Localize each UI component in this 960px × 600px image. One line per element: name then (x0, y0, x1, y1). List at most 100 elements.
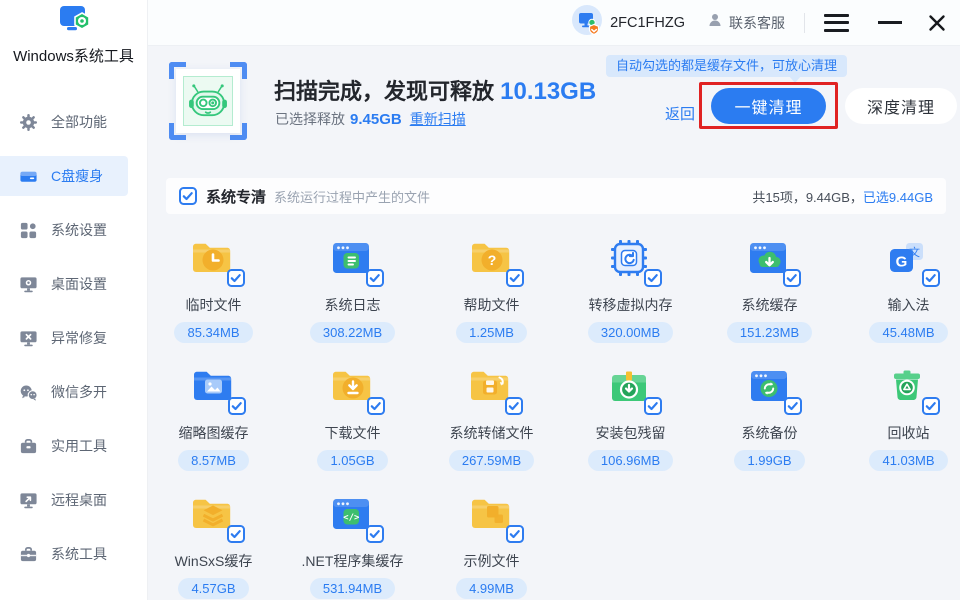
section-subtitle: 系统运行过程中产生的文件 (274, 189, 431, 205)
cleanup-item[interactable]: 安装包残留 106.96MB (587, 362, 674, 490)
one-click-clean-button[interactable]: 一键清理 (711, 88, 826, 124)
sidebar-item-desktop[interactable]: 桌面设置 (0, 264, 147, 304)
item-size-badge: 1.25MB (456, 322, 527, 343)
cleanup-item[interactable]: 系统备份 1.99GB (734, 362, 805, 490)
scan-selected-line: 已选择释放 9.45GB 重新扫描 (275, 109, 466, 129)
cleanup-item[interactable]: ? 帮助文件 1.25MB (456, 234, 527, 362)
sidebar-item-label: C盘瘦身 (51, 168, 104, 184)
item-checkbox[interactable] (783, 397, 802, 415)
sidebar-item-briefcase[interactable]: 系统工具 (0, 534, 147, 574)
item-checkbox[interactable] (783, 269, 802, 287)
item-checkbox[interactable] (505, 269, 524, 287)
section-header: 系统专清 系统运行过程中产生的文件 共15项，9.44GB，已选9.44GB (166, 178, 946, 214)
cleanup-item[interactable]: 下载文件 1.05GB (317, 362, 388, 490)
selected-size: 9.45GB (350, 111, 402, 128)
cleanup-item[interactable]: </> .NET程序集缓存 531.94MB (301, 490, 404, 600)
cleanup-item[interactable]: 系统转储文件 267.59MB (448, 362, 535, 490)
wechat-icon (19, 383, 38, 402)
sidebar-item-label: 全部功能 (51, 114, 107, 130)
section-title: 系统专清 (206, 188, 267, 206)
menu-icon[interactable] (824, 13, 849, 32)
cleanup-item[interactable]: 缩略图缓存 8.57MB (178, 362, 249, 490)
section-checkbox[interactable] (179, 187, 197, 205)
item-name: 系统缓存 (741, 297, 798, 313)
cleanup-item[interactable]: 回收站 41.03MB (869, 362, 948, 490)
section-stats: 共15项，9.44GB，已选9.44GB (752, 189, 933, 205)
sidebar: Windows系统工具 全部功能 C盘瘦身 系统设置 桌面设置 异常修复 微信多… (0, 0, 148, 600)
item-checkbox[interactable] (644, 269, 663, 287)
item-name: WinSxS缓存 (174, 553, 253, 569)
item-checkbox[interactable] (366, 397, 385, 415)
briefcase-icon (19, 545, 38, 564)
item-checkbox[interactable] (505, 525, 524, 543)
grid-icon (19, 221, 38, 240)
sidebar-item-grid[interactable]: 系统设置 (0, 210, 147, 250)
cleanup-item[interactable]: 示例文件 4.99MB (456, 490, 527, 600)
cleanup-item[interactable]: WinSxS缓存 4.57GB (174, 490, 253, 600)
repair-icon (19, 329, 38, 348)
account-chip[interactable]: 2FC1FHZG (572, 5, 685, 40)
minimize-button[interactable] (878, 21, 902, 24)
sidebar-item-gear[interactable]: 全部功能 (0, 102, 147, 142)
item-checkbox[interactable] (227, 525, 246, 543)
sidebar-item-toolbox[interactable]: 实用工具 (0, 426, 147, 466)
sidebar-item-wechat[interactable]: 微信多开 (0, 372, 147, 412)
app-logo-icon (51, 5, 97, 42)
item-size-badge: 308.22MB (309, 322, 396, 343)
item-size-badge: 267.59MB (448, 450, 535, 471)
item-checkbox[interactable] (227, 269, 246, 287)
sidebar-item-label: 桌面设置 (51, 276, 107, 292)
item-checkbox[interactable] (644, 397, 663, 415)
svg-text:G: G (896, 254, 908, 271)
item-size-badge: 1.05GB (317, 450, 388, 471)
item-size-badge: 41.03MB (869, 450, 948, 471)
item-size-badge: 85.34MB (174, 322, 253, 343)
svg-text:</>: </> (344, 513, 361, 523)
item-checkbox[interactable] (366, 525, 385, 543)
rescan-link[interactable]: 重新扫描 (410, 109, 466, 129)
item-name: 临时文件 (185, 297, 242, 313)
cleanup-item[interactable]: 系统缓存 151.23MB (726, 234, 813, 362)
cleanup-item[interactable]: 文G 输入法 45.48MB (869, 234, 948, 362)
back-link[interactable]: 返回 (665, 103, 695, 124)
main-content: 扫描完成，发现可释放 10.13GB 已选择释放 9.45GB 重新扫描 自动勾… (148, 46, 960, 600)
scan-robot-icon (169, 62, 247, 140)
item-checkbox[interactable] (922, 397, 941, 415)
item-checkbox[interactable] (505, 397, 524, 415)
item-name: .NET程序集缓存 (301, 553, 404, 569)
item-size-badge: 106.96MB (587, 450, 674, 471)
close-button[interactable] (927, 13, 947, 33)
sidebar-item-repair[interactable]: 异常修复 (0, 318, 147, 358)
item-checkbox[interactable] (922, 269, 941, 287)
item-size-badge: 4.57GB (178, 578, 249, 599)
cleanup-item[interactable]: 转移虚拟内存 320.00MB (587, 234, 674, 362)
contact-support-button[interactable]: 联系客服 (707, 12, 785, 33)
item-name: 系统备份 (741, 425, 798, 441)
sidebar-item-label: 微信多开 (51, 384, 107, 400)
toolbox-icon (19, 437, 38, 456)
user-id: 2FC1FHZG (610, 14, 685, 31)
sidebar-item-label: 异常修复 (51, 330, 107, 346)
scan-result-title: 扫描完成，发现可释放 10.13GB (274, 78, 597, 105)
drive-icon (19, 167, 38, 186)
cleanup-item[interactable]: 临时文件 85.34MB (174, 234, 253, 362)
selected-stats: 已选9.44GB (862, 189, 933, 205)
item-name: 示例文件 (463, 553, 520, 569)
sidebar-nav: 全部功能 C盘瘦身 系统设置 桌面设置 异常修复 微信多开 实用工具 远程桌面 … (0, 102, 147, 588)
item-name: 回收站 (887, 425, 930, 441)
app-title: Windows系统工具 (13, 48, 134, 65)
sidebar-item-remote[interactable]: 远程桌面 (0, 480, 147, 520)
item-checkbox[interactable] (366, 269, 385, 287)
sidebar-item-label: 实用工具 (51, 438, 107, 454)
sidebar-item-drive[interactable]: C盘瘦身 (0, 156, 128, 196)
item-checkbox[interactable] (227, 397, 246, 415)
item-size-badge: 151.23MB (726, 322, 813, 343)
found-size: 10.13GB (500, 78, 597, 105)
app-window: Windows系统工具 全部功能 C盘瘦身 系统设置 桌面设置 异常修复 微信多… (0, 0, 960, 600)
item-size-badge: 320.00MB (587, 322, 674, 343)
cleanup-item[interactable]: 系统日志 308.22MB (309, 234, 396, 362)
item-name: 系统日志 (324, 297, 381, 313)
item-size-badge: 4.99MB (456, 578, 527, 599)
sidebar-item-label: 远程桌面 (51, 492, 107, 508)
deep-clean-button[interactable]: 深度清理 (845, 88, 957, 124)
